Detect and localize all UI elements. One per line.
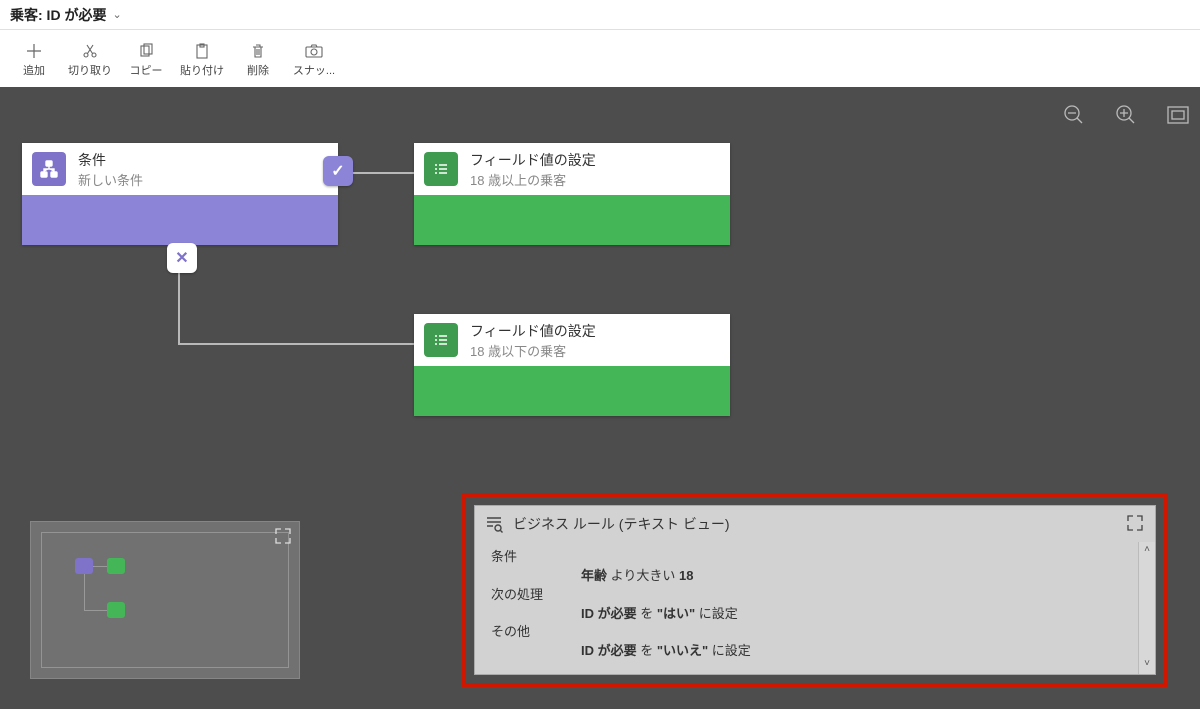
node-header: フィールド値の設定 18 歳以上の乗客 bbox=[414, 143, 730, 195]
mini-connector bbox=[93, 566, 107, 567]
canvas[interactable]: 条件 新しい条件 ✓ ✕ フィールド値の設定 18 歳以上の乗客 フィー bbox=[0, 87, 1200, 709]
row-label bbox=[491, 605, 581, 624]
scissors-icon bbox=[82, 40, 98, 62]
tool-label: 追加 bbox=[23, 62, 45, 78]
node-title: 条件 bbox=[78, 150, 143, 170]
node-text: フィールド値の設定 18 歳以上の乗客 bbox=[470, 150, 596, 189]
row-label bbox=[491, 642, 581, 661]
mini-node bbox=[107, 602, 125, 618]
chevron-down-icon[interactable]: ⌄ bbox=[112, 8, 121, 21]
node-text: 条件 新しい条件 bbox=[78, 150, 143, 189]
tool-label: スナッ... bbox=[293, 62, 335, 78]
branch-icon bbox=[32, 152, 66, 186]
row-value bbox=[581, 623, 1139, 642]
panel-header: ビジネス ルール (テキスト ビュー) bbox=[475, 506, 1155, 542]
panel-title: ビジネス ルール (テキスト ビュー) bbox=[513, 514, 730, 534]
tool-label: 貼り付け bbox=[180, 62, 224, 78]
row-value bbox=[581, 586, 1139, 605]
tool-label: 削除 bbox=[247, 62, 269, 78]
delete-button[interactable]: 削除 bbox=[230, 33, 286, 85]
textview-row: その他 bbox=[491, 623, 1139, 642]
fit-screen-button[interactable] bbox=[1166, 103, 1190, 127]
mini-node bbox=[107, 558, 125, 574]
trash-icon bbox=[250, 40, 266, 62]
node-body bbox=[22, 195, 338, 245]
node-subtitle: 18 歳以下の乗客 bbox=[470, 341, 596, 360]
row-label: 次の処理 bbox=[491, 586, 581, 605]
window-header: 乗客: ID が必要 ⌄ bbox=[0, 0, 1200, 30]
add-button[interactable]: 追加 bbox=[6, 33, 62, 85]
textview-row: 次の処理 bbox=[491, 586, 1139, 605]
textview-panel: ビジネス ルール (テキスト ビュー) 条件 年齢 より大きい 18 次 bbox=[474, 505, 1156, 675]
node-header: 条件 新しい条件 bbox=[22, 143, 338, 195]
camera-icon bbox=[305, 40, 323, 62]
row-label bbox=[491, 567, 581, 586]
condition-node[interactable]: 条件 新しい条件 ✓ ✕ bbox=[22, 143, 338, 245]
set-field-no-node[interactable]: フィールド値の設定 18 歳以下の乗客 bbox=[414, 314, 730, 416]
mini-connector bbox=[84, 610, 107, 611]
row-label: 条件 bbox=[491, 548, 581, 567]
snapshot-button[interactable]: スナッ... bbox=[286, 33, 342, 85]
tool-label: 切り取り bbox=[68, 62, 112, 78]
checkmark-badge[interactable]: ✓ bbox=[323, 156, 353, 186]
copy-icon bbox=[138, 40, 154, 62]
node-body bbox=[414, 366, 730, 416]
copy-button[interactable]: コピー bbox=[118, 33, 174, 85]
node-title: フィールド値の設定 bbox=[470, 150, 596, 170]
cross-badge[interactable]: ✕ bbox=[167, 243, 197, 273]
panel-body: 条件 年齢 より大きい 18 次の処理 ID が必要 を "はい" に bbox=[475, 542, 1155, 674]
row-value: ID が必要 を "はい" に設定 bbox=[581, 605, 1139, 624]
paste-button[interactable]: 貼り付け bbox=[174, 33, 230, 85]
highlight-box: ビジネス ルール (テキスト ビュー) 条件 年齢 より大きい 18 次 bbox=[462, 493, 1168, 687]
mini-connector bbox=[84, 574, 85, 610]
row-value: 年齢 より大きい 18 bbox=[581, 567, 1139, 586]
scrollbar[interactable]: ˄ ˅ bbox=[1138, 542, 1155, 674]
minimap[interactable] bbox=[30, 521, 300, 679]
plus-icon bbox=[26, 40, 42, 62]
cut-button[interactable]: 切り取り bbox=[62, 33, 118, 85]
node-subtitle: 18 歳以上の乗客 bbox=[470, 170, 596, 189]
node-text: フィールド値の設定 18 歳以下の乗客 bbox=[470, 321, 596, 360]
connector bbox=[178, 343, 414, 345]
expand-icon[interactable] bbox=[275, 528, 293, 546]
minimap-viewport bbox=[41, 532, 289, 668]
row-value bbox=[581, 548, 1139, 567]
textview-row: 年齢 より大きい 18 bbox=[491, 567, 1139, 586]
mini-node bbox=[75, 558, 93, 574]
node-title: フィールド値の設定 bbox=[470, 321, 596, 341]
list-icon bbox=[424, 323, 458, 357]
page-title: 乗客: ID が必要 bbox=[10, 5, 106, 25]
textview-row: 条件 bbox=[491, 548, 1139, 567]
row-label: その他 bbox=[491, 623, 581, 642]
node-header: フィールド値の設定 18 歳以下の乗客 bbox=[414, 314, 730, 366]
set-field-yes-node[interactable]: フィールド値の設定 18 歳以上の乗客 bbox=[414, 143, 730, 245]
toolbar: 追加 切り取り コピー 貼り付け 削除 スナッ... bbox=[0, 30, 1200, 87]
tool-label: コピー bbox=[130, 62, 163, 78]
textview-row: ID が必要 を "いいえ" に設定 bbox=[491, 642, 1139, 661]
list-icon bbox=[424, 152, 458, 186]
node-subtitle: 新しい条件 bbox=[78, 170, 143, 189]
textview-row: ID が必要 を "はい" に設定 bbox=[491, 605, 1139, 624]
scroll-up-icon[interactable]: ˄ bbox=[1144, 544, 1150, 558]
node-body bbox=[414, 195, 730, 245]
row-value: ID が必要 を "いいえ" に設定 bbox=[581, 642, 1139, 661]
textview-icon bbox=[485, 515, 503, 533]
clipboard-icon bbox=[194, 40, 210, 62]
canvas-controls bbox=[1062, 103, 1190, 127]
zoom-in-button[interactable] bbox=[1114, 103, 1138, 127]
expand-icon[interactable] bbox=[1127, 515, 1145, 533]
zoom-out-button[interactable] bbox=[1062, 103, 1086, 127]
scroll-down-icon[interactable]: ˅ bbox=[1144, 658, 1150, 672]
